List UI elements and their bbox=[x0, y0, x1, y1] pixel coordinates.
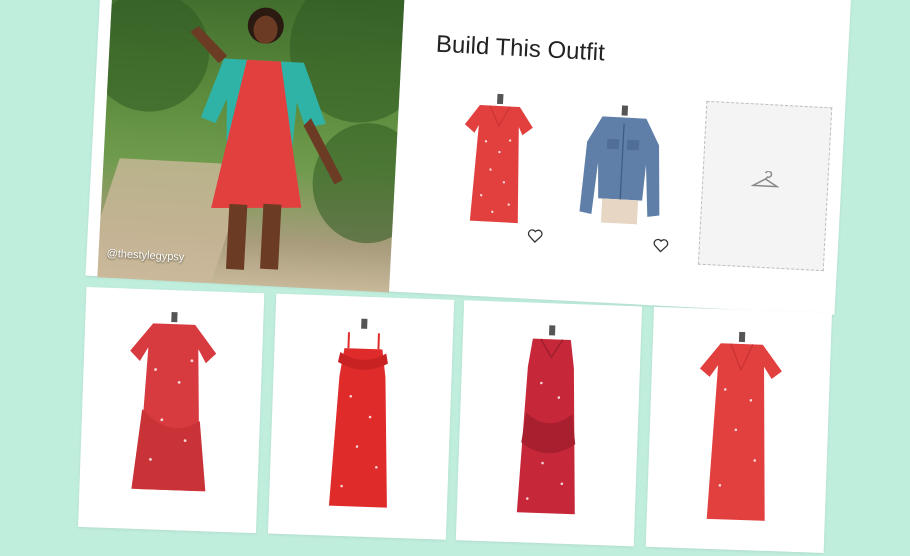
similar-items-row bbox=[0, 0, 910, 553]
similar-item-card-2[interactable] bbox=[267, 293, 455, 540]
similar-item-card-3[interactable] bbox=[455, 300, 643, 547]
similar-item-card-4[interactable] bbox=[645, 306, 832, 553]
similar-item-card-1[interactable] bbox=[78, 287, 265, 534]
